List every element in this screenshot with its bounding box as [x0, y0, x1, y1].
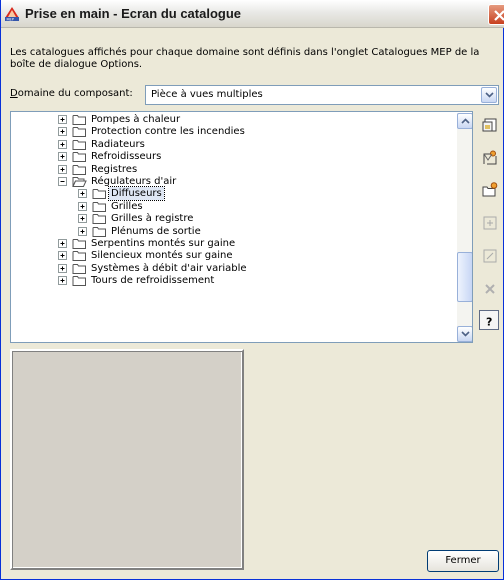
open-catalog-button[interactable]: [479, 114, 499, 134]
close-dialog-button[interactable]: Fermer: [427, 550, 499, 572]
chevron-up-icon: [461, 118, 470, 124]
chevron-down-icon: [461, 331, 470, 337]
expand-toggle-icon[interactable]: [58, 115, 67, 124]
expand-toggle-icon[interactable]: [58, 152, 67, 162]
expand-toggle-icon[interactable]: [58, 251, 67, 261]
preview-panel: [10, 349, 244, 570]
svg-text:?: ?: [486, 316, 492, 329]
tree-item-label: Régulateurs d'air: [91, 176, 177, 187]
folder-icon: [72, 274, 87, 290]
tree-item-label: Radiateurs: [91, 138, 145, 150]
tree-item-label: Tours de refroidissement: [91, 275, 215, 287]
scroll-thumb[interactable]: [457, 252, 472, 302]
expand-toggle-icon[interactable]: [58, 263, 67, 273]
description-text: Les catalogues affichés pour chaque doma…: [10, 47, 480, 70]
tree-item-label: Serpentins montés sur gaine: [91, 238, 236, 249]
catalog-dialog: MEP Prise en main - Ecran du catalogue L…: [0, 0, 504, 580]
tree-scrollbar[interactable]: [457, 113, 472, 342]
scroll-up-button[interactable]: [457, 113, 472, 129]
catalog-tree[interactable]: Pompes à chaleur Protection contre les in…: [10, 111, 473, 343]
collapse-toggle-icon[interactable]: [58, 177, 67, 186]
expand-toggle-icon[interactable]: [78, 189, 87, 199]
tree-item-label: Plénums de sortie: [111, 225, 201, 237]
expand-toggle-icon[interactable]: [58, 139, 67, 149]
add-item-button: [479, 212, 499, 232]
window-title: Prise en main - Ecran du catalogue: [25, 6, 242, 21]
svg-text:MEP: MEP: [7, 18, 14, 22]
title-bar: MEP Prise en main - Ecran du catalogue: [1, 0, 504, 28]
domain-label: Domaine du composant:: [10, 88, 133, 99]
tree-item-label: Silencieux montés sur gaine: [91, 250, 233, 262]
expand-toggle-icon[interactable]: [78, 214, 87, 224]
tree-item-label: Protection contre les incendies: [91, 126, 245, 138]
expand-toggle-icon[interactable]: [58, 127, 67, 137]
chevron-down-icon: [485, 92, 494, 98]
tree-item-label: Grilles: [111, 200, 143, 212]
help-button[interactable]: ?: [479, 310, 499, 330]
tree-item-label: Grilles à registre: [111, 213, 194, 225]
expand-toggle-icon[interactable]: [58, 276, 67, 286]
content-browser-button[interactable]: [479, 147, 499, 167]
close-icon: [494, 10, 504, 21]
scroll-down-button[interactable]: [457, 326, 472, 342]
delete-button: [479, 278, 499, 298]
tree-item-label: Registres: [91, 163, 138, 175]
expand-toggle-icon[interactable]: [58, 239, 67, 248]
tree-item-label: Refroidisseurs: [91, 151, 162, 163]
tree-item-label: Diffuseurs: [108, 186, 165, 202]
autocad-mep-icon: MEP: [4, 6, 20, 22]
edit-item-button: [479, 245, 499, 265]
expand-toggle-icon[interactable]: [78, 226, 87, 236]
close-button[interactable]: [488, 4, 504, 25]
expand-toggle-icon[interactable]: [58, 164, 67, 174]
tree-item-label: Pompes à chaleur: [91, 114, 181, 125]
dropdown-button[interactable]: [481, 87, 497, 103]
tree-item-label: Systèmes à débit d'air variable: [91, 262, 247, 274]
expand-toggle-icon[interactable]: [78, 201, 87, 211]
domain-select[interactable]: Pièce à vues multiples: [145, 85, 499, 105]
open-folder-button[interactable]: [479, 179, 499, 199]
domain-select-value: Pièce à vues multiples: [151, 89, 263, 100]
